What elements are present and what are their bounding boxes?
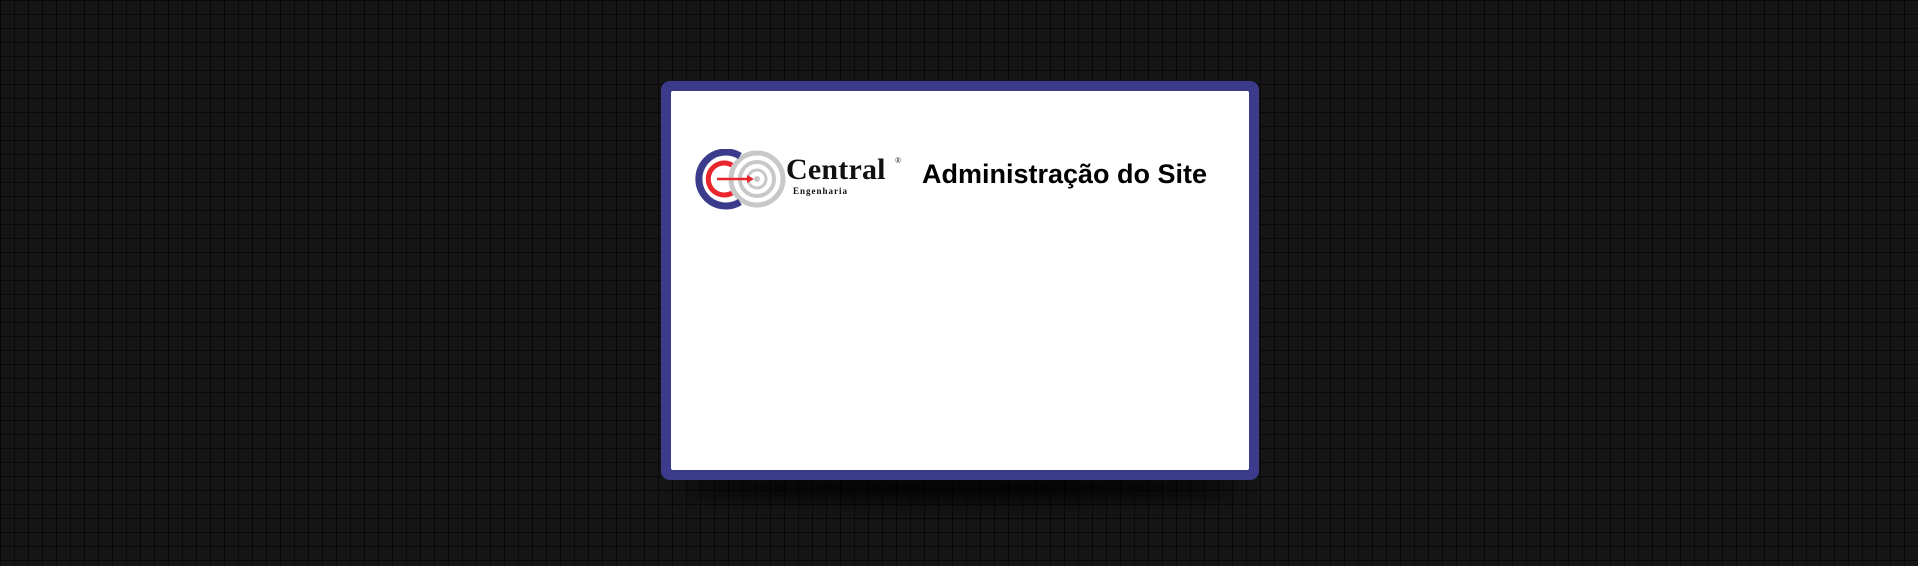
central-engenharia-logo-icon [695,149,786,210]
admin-panel-content: Central ® Engenharia Administração do Si… [671,91,1249,470]
logo-wordmark: Central [786,153,886,186]
logo-subtitle: Engenharia [793,186,849,196]
company-logo: Central ® Engenharia [694,149,910,211]
logo-registered-mark: ® [895,156,902,165]
admin-panel: Central ® Engenharia Administração do Si… [661,81,1259,480]
page-title: Administração do Site [922,159,1208,189]
